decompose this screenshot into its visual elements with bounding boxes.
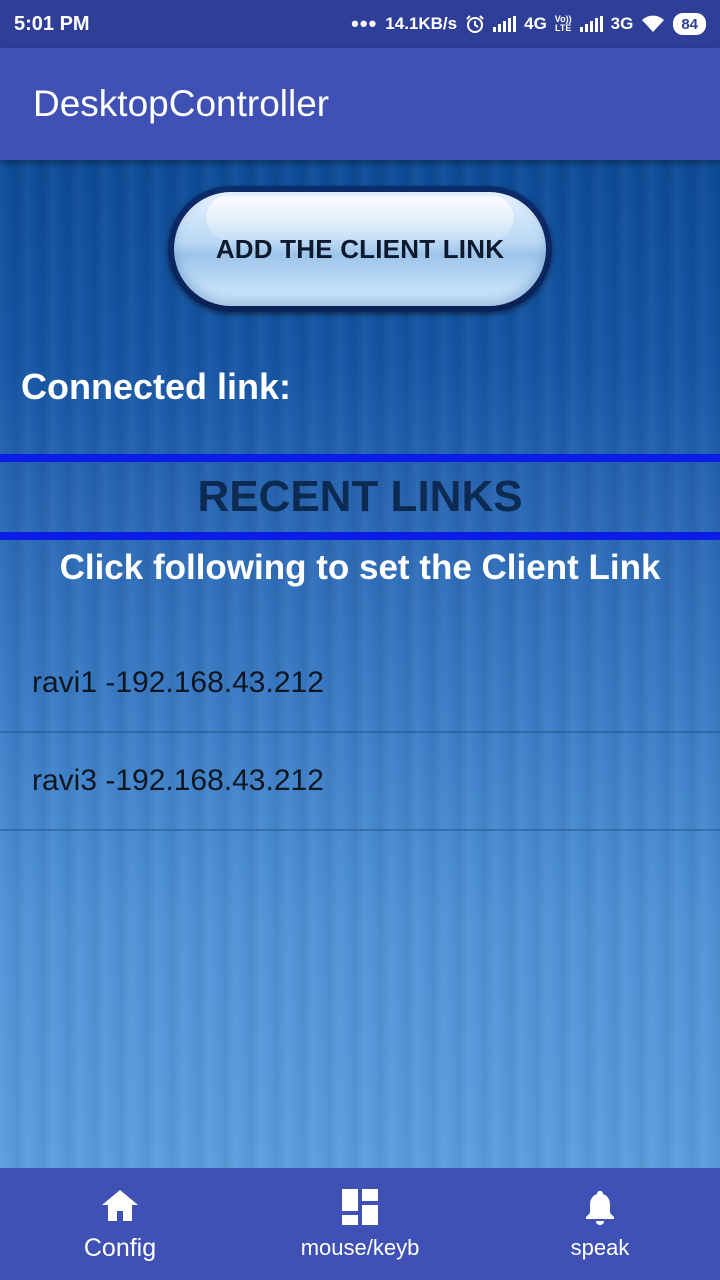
network-speed: 14.1KB/s — [385, 14, 458, 33]
network-type-2: 3G — [610, 14, 634, 33]
wifi-icon — [642, 15, 665, 32]
app-bar: DesktopController — [0, 48, 720, 160]
add-client-link-button[interactable]: ADD THE CLIENT LINK — [168, 186, 552, 312]
recent-links-list: ravi1 -192.168.43.212 ravi3 -192.168.43.… — [0, 635, 720, 831]
dashboard-icon — [340, 1187, 380, 1227]
nav-label: mouse/keyb — [300, 1235, 420, 1260]
status-time: 5:01 PM — [14, 12, 90, 35]
nav-speak[interactable]: speak — [480, 1168, 720, 1280]
link-text: ravi3 -192.168.43.212 — [32, 764, 324, 797]
list-item[interactable]: ravi3 -192.168.43.212 — [0, 733, 720, 831]
status-icons: ••• 14.1KB/s 4G Vo)) LTE 3G 84 — [351, 13, 706, 35]
nav-config[interactable]: Config — [0, 1168, 240, 1280]
more-dots-icon: ••• — [351, 11, 378, 36]
bottom-navigation: Config mouse/keyb speak — [0, 1168, 720, 1280]
list-item[interactable]: ravi1 -192.168.43.212 — [0, 635, 720, 733]
volte-icon: Vo)) LTE — [554, 14, 572, 33]
bell-icon — [580, 1187, 620, 1227]
main-content: ADD THE CLIENT LINK Connected link: RECE… — [0, 160, 720, 1168]
battery-icon: 84 — [673, 13, 706, 35]
status-bar: 5:01 PM ••• 14.1KB/s 4G Vo)) LTE 3G 84 — [0, 0, 720, 48]
signal-icon-2 — [579, 16, 603, 32]
add-client-link-label: ADD THE CLIENT LINK — [215, 233, 505, 264]
nav-mouse-keyb[interactable]: mouse/keyb — [240, 1168, 480, 1280]
instruction-text: Click following to set the Client Link — [59, 548, 661, 587]
connected-link-label: Connected link: — [21, 366, 292, 407]
nav-label: speak — [570, 1235, 630, 1260]
nav-label: Config — [83, 1233, 157, 1262]
app-title: DesktopController — [33, 83, 330, 124]
divider — [0, 454, 720, 462]
alarm-icon — [466, 15, 484, 33]
link-text: ravi1 -192.168.43.212 — [32, 666, 324, 699]
recent-links-heading: RECENT LINKS — [197, 472, 523, 521]
divider — [0, 532, 720, 540]
home-icon — [100, 1186, 140, 1226]
network-type-1: 4G — [524, 14, 547, 33]
signal-icon — [493, 16, 517, 32]
